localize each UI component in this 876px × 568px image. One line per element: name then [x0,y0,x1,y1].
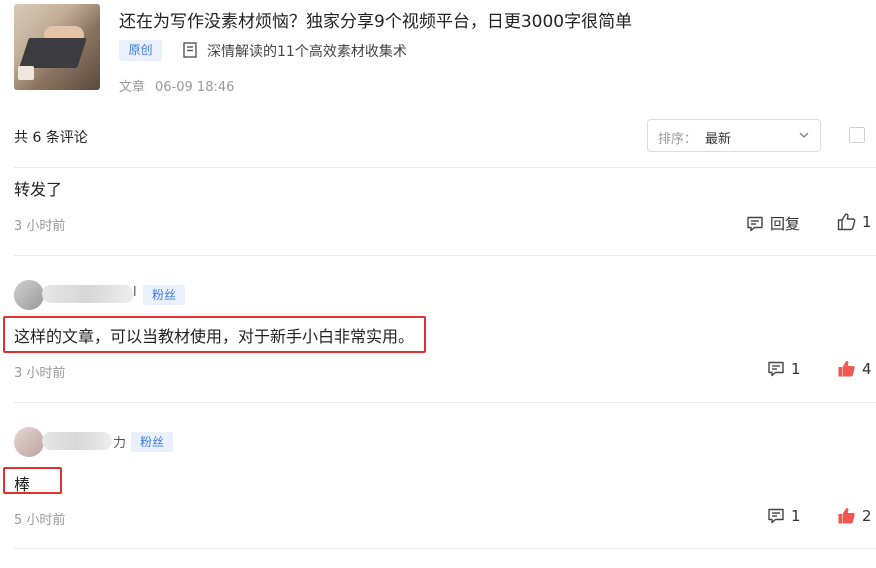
sort-value: 最新 [705,132,732,147]
article-title[interactable]: 还在为写作没素材烦恼？独家分享9个视频平台，日更3000字很简单 [119,7,632,32]
comment-text: 这样的文章，可以当教材使用，对于新手小白非常实用。 [14,327,415,346]
article-thumbnail[interactable] [14,4,100,90]
like-count: 2 [862,506,872,525]
avatar[interactable] [14,427,44,457]
like-button[interactable]: 2 [837,506,872,525]
article-type: 文章 [119,80,146,95]
like-count: 4 [862,359,872,378]
sort-dropdown[interactable]: 排序： 最新 [647,119,821,152]
fan-badge: 粉丝 [131,432,174,452]
collection-link[interactable]: 深情解读的11个高效素材收集术 [207,41,407,61]
username-blurred[interactable] [42,285,134,303]
reply-button[interactable]: 回复 [746,213,800,234]
divider [14,167,876,168]
comment-bubble-icon [768,508,784,524]
comment-count: 共 6 条评论 [14,130,88,146]
like-button[interactable]: 1 [837,212,872,231]
highlight-box [3,467,62,494]
avatar[interactable] [14,280,44,310]
reply-button[interactable]: 1 [767,507,801,525]
select-checkbox[interactable] [849,127,865,143]
comment-time: 3 小时前 [14,219,66,234]
reply-button[interactable]: 1 [767,360,801,378]
comment-bubble-icon [747,216,763,231]
divider [14,548,876,549]
reply-label: 回复 [770,215,801,233]
thumbs-up-icon [837,213,856,231]
reply-count: 1 [791,507,801,525]
bookmark-list-icon [183,42,197,58]
chevron-down-icon [799,132,809,138]
username-tail: 力 [113,436,127,451]
article-meta: 文章 06-09 18:46 [119,76,234,95]
divider [14,255,876,256]
like-button[interactable]: 4 [837,359,872,378]
comment-bubble-icon [768,361,784,377]
thumbs-up-icon [838,361,855,377]
fan-badge: 粉丝 [143,285,186,305]
thumbs-up-icon [838,508,855,524]
like-count: 1 [862,212,872,231]
comment-time: 3 小时前 [14,366,66,381]
comment-text: 转发了 [14,180,63,199]
article-date: 06-09 18:46 [155,80,235,95]
comment-time: 5 小时前 [14,513,66,528]
reply-count: 1 [791,360,801,378]
username-tail: l [133,285,137,300]
sort-label: 排序： [658,132,698,147]
comment-text: 棒 [14,475,31,494]
divider [14,402,876,403]
username-blurred[interactable] [42,432,112,450]
original-tag: 原创 [119,40,162,61]
